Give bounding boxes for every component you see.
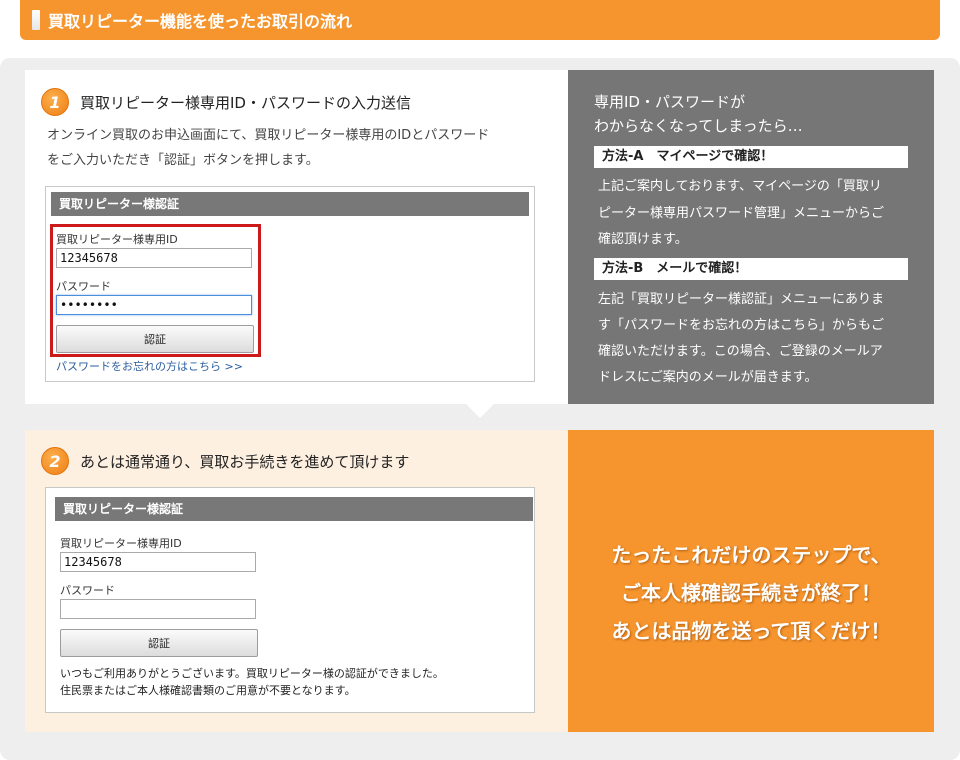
password-label-2: パスワード: [60, 584, 115, 597]
help-title: 専用ID・パスワードが わからなくなってしまったら…: [594, 90, 803, 138]
method-a-line1: 上記ご案内しております、マイページの「買取リ: [598, 179, 882, 194]
final-line1: たったこれだけのステップで、: [611, 543, 891, 567]
auth-button[interactable]: 認証: [56, 325, 254, 353]
password-input[interactable]: ••••••••: [56, 295, 252, 315]
method-a-line3: 確認頂けます。: [598, 232, 688, 247]
complete-message-line2: 住民票またはご本人様確認書類のご用意が不要となります。: [60, 684, 356, 697]
id-input[interactable]: 12345678: [56, 248, 252, 268]
step1-number-badge: 1: [41, 88, 69, 116]
header-marker: [32, 10, 40, 30]
step1-desc-line2: をご入力いただき「認証」ボタンを押します。: [47, 153, 319, 168]
password-label: パスワード: [56, 280, 111, 293]
id-label: 買取リピーター様専用ID: [56, 233, 178, 246]
id-input-2[interactable]: 12345678: [60, 552, 256, 572]
method-b-label: 方法-B メールで確認！: [594, 258, 908, 280]
section-title: 買取リピーター機能を使ったお取引の流れ: [48, 12, 353, 31]
section-header: 買取リピーター機能を使ったお取引の流れ: [20, 0, 940, 40]
help-title-line1: 専用ID・パスワードが: [594, 93, 745, 111]
method-a-line2: ピーター様専用パスワード管理」メニューからご: [598, 206, 885, 221]
forgot-password-link[interactable]: パスワードをお忘れの方はこちら >>: [56, 358, 243, 374]
final-message: たったこれだけのステップで、 ご本人様確認手続きが終了！ あとは品物を送って頂く…: [568, 536, 934, 650]
final-line2: ご本人様確認手続きが終了！: [621, 581, 881, 605]
step1-desc-line1: オンライン買取のお申込画面にて、買取リピーター様専用のIDとパスワード: [47, 128, 490, 143]
auth-form-heading-2: 買取リピーター様認証: [55, 497, 533, 521]
auth-form-heading: 買取リピーター様認証: [51, 192, 529, 216]
id-label-2: 買取リピーター様専用ID: [60, 537, 182, 550]
step2-number-badge: 2: [41, 447, 69, 475]
password-input-2[interactable]: [60, 599, 256, 619]
complete-message-line1: いつもご利用ありがとうございます。買取リピーター様の認証ができました。: [60, 667, 444, 680]
method-b-line4: ドレスにご案内のメールが届きます。: [598, 370, 818, 385]
method-a-label: 方法-A マイページで確認！: [594, 146, 908, 168]
method-b-line2: す「パスワードをお忘れの方はこちら」からもご: [598, 318, 885, 333]
auth-button-2[interactable]: 認証: [60, 629, 258, 657]
method-b-line3: 確認いただけます。この場合、ご登録のメールア: [598, 344, 883, 359]
step1-title: 買取リピーター様専用ID・パスワードの入力送信: [80, 94, 411, 112]
step-arrow: [466, 404, 494, 418]
method-b-line1: 左記「買取リピーター様認証」メニューにありま: [598, 292, 885, 307]
help-title-line2: わからなくなってしまったら…: [594, 117, 803, 135]
step2-title: あとは通常通り、買取お手続きを進めて頂けます: [80, 453, 410, 471]
final-line3: あとは品物を送って頂くだけ！: [611, 619, 891, 643]
